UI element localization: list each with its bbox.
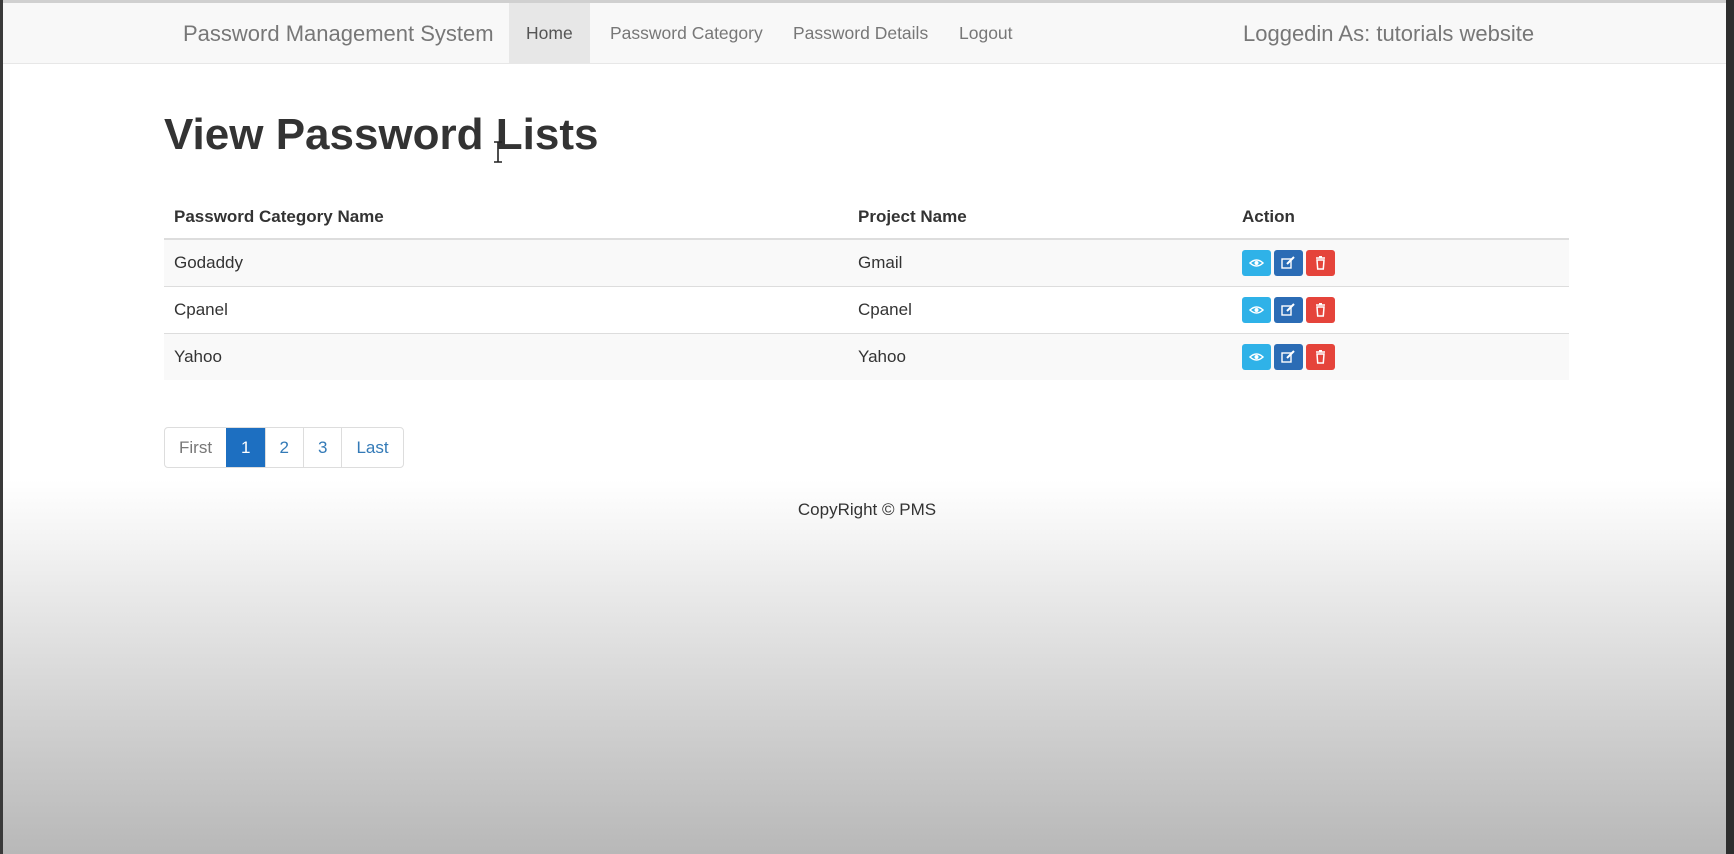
header-action: Action [1232, 196, 1569, 240]
table-header-row: Password Category Name Project Name Acti… [164, 196, 1569, 240]
top-navbar: Password Management System Home Password… [3, 0, 1726, 64]
table-row: Cpanel Cpanel [164, 285, 1569, 333]
edit-button[interactable] [1274, 249, 1303, 276]
view-button[interactable] [1242, 343, 1271, 370]
password-list-table: Password Category Name Project Name Acti… [164, 196, 1569, 380]
table-row: Godaddy Gmail [164, 238, 1569, 286]
trash-icon [1316, 349, 1325, 364]
window-left-edge [0, 0, 3, 854]
window-right-edge [1726, 0, 1734, 854]
page-3[interactable]: 3 [302, 428, 341, 467]
page-last[interactable]: Last [341, 428, 402, 467]
page-title: View Password Lists [164, 110, 599, 159]
eye-icon [1249, 259, 1264, 267]
cell-project: Yahoo [848, 332, 1232, 380]
page-1[interactable]: 1 [226, 428, 265, 467]
header-project: Project Name [848, 196, 1232, 240]
brand-link[interactable]: Password Management System [183, 21, 494, 47]
view-button[interactable] [1242, 296, 1271, 323]
header-category: Password Category Name [164, 196, 848, 240]
text-cursor-icon [494, 141, 502, 163]
delete-button[interactable] [1306, 343, 1335, 370]
edit-icon [1281, 256, 1295, 269]
nav-logout[interactable]: Logout [942, 3, 1030, 63]
cell-actions [1232, 238, 1569, 286]
edit-button[interactable] [1274, 296, 1303, 323]
cell-project: Cpanel [848, 285, 1232, 333]
edit-icon [1281, 350, 1295, 363]
cell-actions [1232, 285, 1569, 333]
cell-category: Yahoo [164, 332, 848, 380]
trash-icon [1316, 255, 1325, 270]
logged-in-user: Loggedin As: tutorials website [1243, 21, 1535, 46]
delete-button[interactable] [1306, 249, 1335, 276]
cell-project: Gmail [848, 238, 1232, 286]
page-2[interactable]: 2 [264, 428, 303, 467]
eye-icon [1249, 353, 1264, 361]
nav-password-details[interactable]: Password Details [776, 3, 945, 63]
delete-button[interactable] [1306, 296, 1335, 323]
cell-category: Cpanel [164, 285, 848, 333]
trash-icon [1316, 302, 1325, 317]
nav-password-category[interactable]: Password Category [593, 3, 780, 63]
page-first[interactable]: First [165, 428, 226, 467]
edit-button[interactable] [1274, 343, 1303, 370]
eye-icon [1249, 305, 1264, 314]
footer-copyright: CopyRight © PMS [797, 500, 937, 519]
view-button[interactable] [1242, 249, 1271, 276]
cell-category: Godaddy [164, 238, 848, 286]
table-row: Yahoo Yahoo [164, 332, 1569, 380]
pagination: First 1 2 3 Last [164, 427, 404, 468]
cell-actions [1232, 332, 1569, 380]
edit-icon [1281, 302, 1295, 316]
nav-home[interactable]: Home [509, 3, 590, 63]
